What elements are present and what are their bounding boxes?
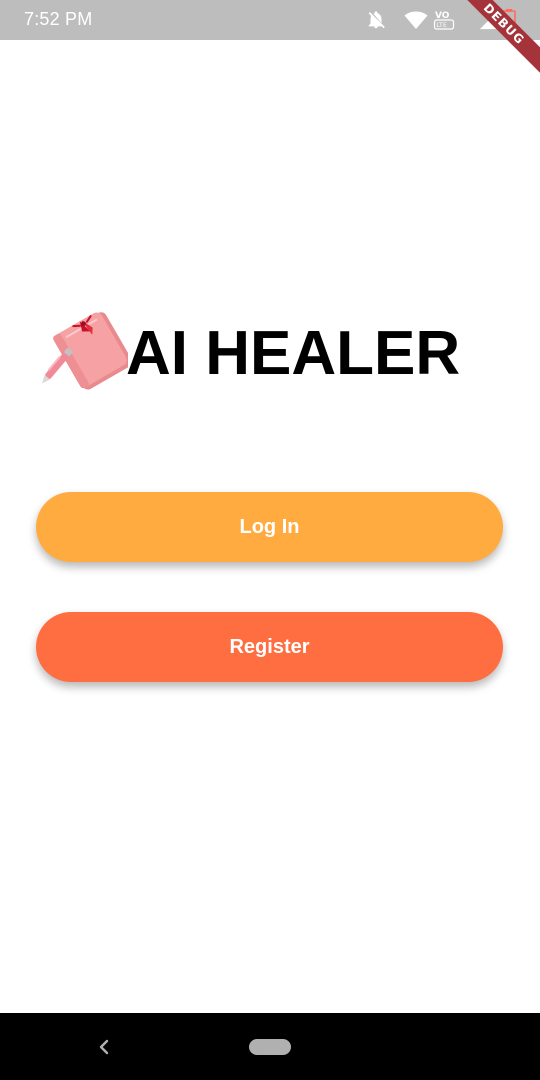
- debug-banner: DEBUG: [450, 0, 540, 90]
- app-title: AI HEALER: [126, 319, 461, 388]
- debug-banner-label: DEBUG: [450, 0, 540, 80]
- login-button[interactable]: Log In: [36, 492, 503, 562]
- status-time: 7:52 PM: [24, 9, 93, 29]
- volte-bottom-text: LTE: [436, 21, 447, 29]
- register-button[interactable]: Register: [36, 612, 503, 682]
- home-pill-icon[interactable]: [249, 1039, 291, 1055]
- navigation-bar: [0, 1013, 540, 1080]
- wifi-icon: [404, 11, 428, 29]
- back-icon[interactable]: [94, 1033, 114, 1061]
- notifications-off-icon: [368, 11, 385, 29]
- book-with-pen-icon: [42, 312, 128, 390]
